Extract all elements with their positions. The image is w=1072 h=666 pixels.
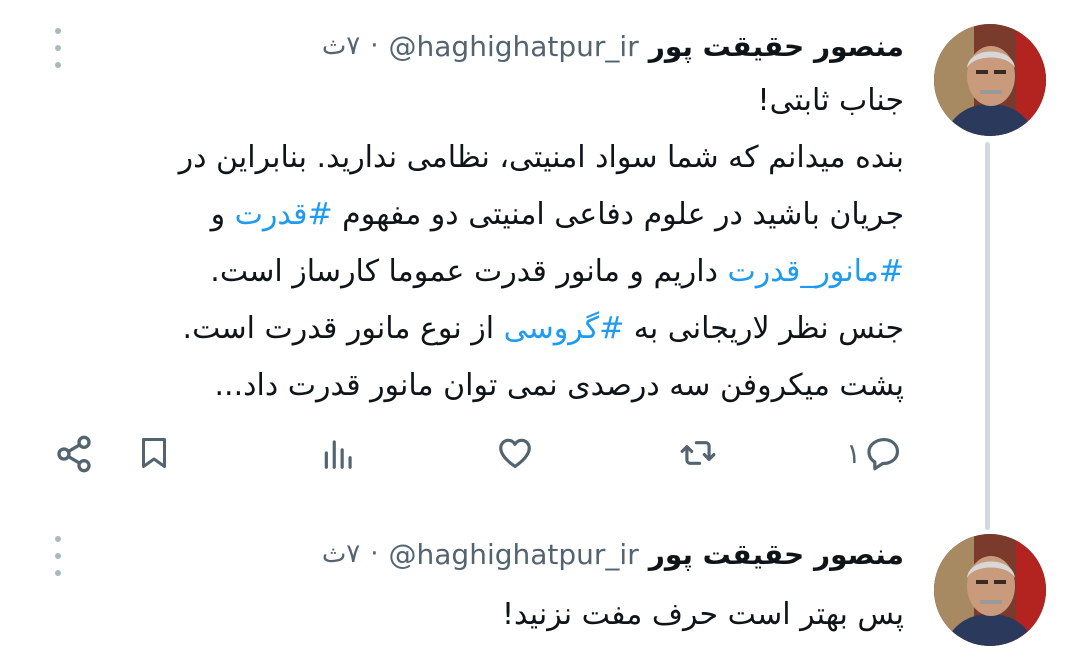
author-name[interactable]: منصور حقیقت پور xyxy=(649,538,904,571)
tweet-body: پس بهتر است حرف مفت نزنید! xyxy=(44,586,904,643)
tweet-line: #مانور_قدرت داریم و مانور قدرت عموما کار… xyxy=(44,243,904,300)
tweet-text: جنس نظر لاریجانی به xyxy=(624,311,904,346)
header-separator: · xyxy=(370,539,379,569)
tweet-line: جناب ثابتی! xyxy=(757,83,904,118)
more-dot xyxy=(55,553,61,559)
reply-icon xyxy=(867,437,900,471)
avatar-photo xyxy=(934,534,1046,646)
avatar-photo xyxy=(934,24,1046,136)
author-avatar[interactable] xyxy=(934,24,1046,136)
retweet-button[interactable] xyxy=(678,434,718,472)
share-icon xyxy=(57,435,91,473)
more-options-icon[interactable] xyxy=(46,28,70,68)
tweet-header: منصور حقیقت پور @haghighatpur_ir · ۷ث xyxy=(322,532,904,576)
author-avatar[interactable] xyxy=(934,534,1046,646)
more-dot xyxy=(55,28,61,34)
bookmark-icon xyxy=(142,438,166,468)
tweet-text: و xyxy=(210,197,235,232)
bookmark-button[interactable] xyxy=(136,434,172,472)
tweet-action-bar: ۱ xyxy=(0,428,1072,484)
author-handle[interactable]: @haghighatpur_ir xyxy=(389,30,639,63)
retweet-icon xyxy=(680,441,716,465)
more-dot xyxy=(55,570,61,576)
share-button[interactable] xyxy=(54,434,94,474)
like-button[interactable] xyxy=(496,434,534,472)
hashtag-link[interactable]: #قدرت xyxy=(235,197,333,232)
more-options-icon[interactable] xyxy=(46,536,70,576)
more-dot xyxy=(55,536,61,542)
author-name[interactable]: منصور حقیقت پور xyxy=(649,30,904,63)
heart-icon xyxy=(499,438,531,469)
tweet-line: جنس نظر لاریجانی به #گروسی از نوع مانور … xyxy=(44,300,904,357)
hashtag-link[interactable]: #مانور_قدرت xyxy=(728,254,905,289)
tweet-text: جریان باشید در علوم دفاعی امنیتی دو مفهو… xyxy=(332,197,904,232)
tweet-line: جریان باشید در علوم دفاعی امنیتی دو مفهو… xyxy=(44,186,904,243)
tweet-line: پس بهتر است حرف مفت نزنید! xyxy=(502,597,904,632)
reply-button[interactable]: ۱ xyxy=(846,434,903,472)
tweet-1[interactable]: منصور حقیقت پور @haghighatpur_ir · ۷ث جن… xyxy=(0,0,1072,535)
reply-count: ۱ xyxy=(846,436,862,470)
hashtag-link[interactable]: #گروسی xyxy=(504,311,625,346)
tweet-2[interactable]: منصور حقیقت پور @haghighatpur_ir · ۷ث پس… xyxy=(0,530,1072,666)
tweet-timestamp[interactable]: ۷ث xyxy=(322,539,360,569)
more-dot xyxy=(55,45,61,51)
views-button[interactable] xyxy=(320,434,358,472)
tweet-text: داریم و مانور قدرت عموما کارساز است. xyxy=(210,254,728,289)
tweet-body: جناب ثابتی! بنده میدانم که شما سواد امنی… xyxy=(44,72,904,414)
views-icon xyxy=(324,440,352,469)
tweet-text: از نوع مانور قدرت است. xyxy=(182,311,504,346)
header-separator: · xyxy=(370,31,379,61)
tweet-line: پشت میکروفن سه درصدی نمی توان مانور قدرت… xyxy=(214,368,904,403)
more-dot xyxy=(55,62,61,68)
tweet-timestamp[interactable]: ۷ث xyxy=(322,31,360,61)
tweet-header: منصور حقیقت پور @haghighatpur_ir · ۷ث xyxy=(322,24,904,68)
tweet-line: بنده میدانم که شما سواد امنیتی، نظامی ند… xyxy=(178,140,904,175)
author-handle[interactable]: @haghighatpur_ir xyxy=(389,538,639,571)
